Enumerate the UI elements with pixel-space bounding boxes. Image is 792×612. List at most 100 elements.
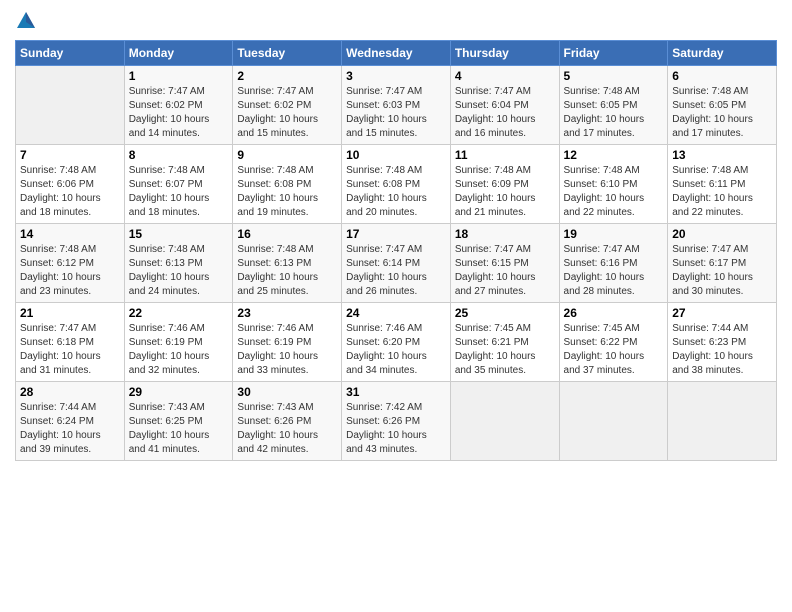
- day-number: 6: [672, 69, 772, 83]
- calendar-day-cell: 14 Sunrise: 7:48 AMSunset: 6:12 PMDayligh…: [16, 224, 125, 303]
- day-info: Sunrise: 7:45 AMSunset: 6:21 PMDaylight:…: [455, 322, 555, 378]
- calendar-day-cell: 19 Sunrise: 7:47 AMSunset: 6:16 PMDayligh…: [559, 224, 668, 303]
- day-number: 10: [346, 148, 446, 162]
- calendar-day-cell: 25Sunrise: 7:45 AMSunset: 6:21 PMDayligh…: [450, 303, 559, 382]
- day-info: Sunrise: 7:48 AMSunset: 6:10 PMDaylight:…: [564, 164, 664, 220]
- calendar-day-cell: 27 Sunrise: 7:44 AMSunset: 6:23 PMDayligh…: [668, 303, 777, 382]
- day-info: Sunrise: 7:48 AMSunset: 6:11 PMDaylight:…: [672, 164, 772, 220]
- calendar-day-cell: 31 Sunrise: 7:42 AMSunset: 6:26 PMDayligh…: [342, 382, 451, 461]
- day-number: 8: [129, 148, 229, 162]
- day-number: 31: [346, 385, 446, 399]
- calendar-day-cell: 23Sunrise: 7:46 AMSunset: 6:19 PMDayligh…: [233, 303, 342, 382]
- calendar-day-cell: 16Sunrise: 7:48 AMSunset: 6:13 PMDayligh…: [233, 224, 342, 303]
- calendar-day-cell: 7 Sunrise: 7:48 AMSunset: 6:06 PMDaylight…: [16, 145, 125, 224]
- day-number: 1: [129, 69, 229, 83]
- day-info: Sunrise: 7:44 AMSunset: 6:23 PMDaylight:…: [672, 322, 772, 378]
- day-info: Sunrise: 7:48 AMSunset: 6:07 PMDaylight:…: [129, 164, 229, 220]
- calendar-week-row: 7 Sunrise: 7:48 AMSunset: 6:06 PMDaylight…: [16, 145, 777, 224]
- day-info: Sunrise: 7:48 AMSunset: 6:13 PMDaylight:…: [237, 243, 337, 299]
- header: [15, 10, 777, 32]
- calendar-day-cell: 26 Sunrise: 7:45 AMSunset: 6:22 PMDayligh…: [559, 303, 668, 382]
- day-info: Sunrise: 7:46 AMSunset: 6:19 PMDaylight:…: [129, 322, 229, 378]
- day-number: 11: [455, 148, 555, 162]
- day-info: Sunrise: 7:47 AMSunset: 6:16 PMDaylight:…: [564, 243, 664, 299]
- calendar-day-cell: 13 Sunrise: 7:48 AMSunset: 6:11 PMDayligh…: [668, 145, 777, 224]
- day-number: 18: [455, 227, 555, 241]
- page-container: SundayMondayTuesdayWednesdayThursdayFrid…: [0, 0, 792, 471]
- calendar-header-cell: Friday: [559, 41, 668, 66]
- calendar-day-cell: 22 Sunrise: 7:46 AMSunset: 6:19 PMDayligh…: [124, 303, 233, 382]
- day-info: Sunrise: 7:47 AMSunset: 6:04 PMDaylight:…: [455, 85, 555, 141]
- day-number: 15: [129, 227, 229, 241]
- day-info: Sunrise: 7:44 AMSunset: 6:24 PMDaylight:…: [20, 401, 120, 457]
- day-info: Sunrise: 7:47 AMSunset: 6:02 PMDaylight:…: [237, 85, 337, 141]
- calendar-day-cell: 20 Sunrise: 7:47 AMSunset: 6:17 PMDayligh…: [668, 224, 777, 303]
- day-info: Sunrise: 7:48 AMSunset: 6:09 PMDaylight:…: [455, 164, 555, 220]
- day-number: 22: [129, 306, 229, 320]
- day-number: 26: [564, 306, 664, 320]
- day-info: Sunrise: 7:47 AMSunset: 6:15 PMDaylight:…: [455, 243, 555, 299]
- calendar-day-cell: 3Sunrise: 7:47 AMSunset: 6:03 PMDaylight…: [342, 66, 451, 145]
- calendar-day-cell: 21 Sunrise: 7:47 AMSunset: 6:18 PMDayligh…: [16, 303, 125, 382]
- calendar-table: SundayMondayTuesdayWednesdayThursdayFrid…: [15, 40, 777, 461]
- day-info: Sunrise: 7:45 AMSunset: 6:22 PMDaylight:…: [564, 322, 664, 378]
- day-number: 29: [129, 385, 229, 399]
- day-number: 2: [237, 69, 337, 83]
- calendar-day-cell: [16, 66, 125, 145]
- day-number: 4: [455, 69, 555, 83]
- day-info: Sunrise: 7:47 AMSunset: 6:17 PMDaylight:…: [672, 243, 772, 299]
- logo-icon: [15, 10, 37, 32]
- calendar-week-row: 1 Sunrise: 7:47 AMSunset: 6:02 PMDaylight…: [16, 66, 777, 145]
- calendar-header-cell: Wednesday: [342, 41, 451, 66]
- calendar-header-cell: Thursday: [450, 41, 559, 66]
- day-number: 27: [672, 306, 772, 320]
- day-number: 12: [564, 148, 664, 162]
- day-info: Sunrise: 7:48 AMSunset: 6:05 PMDaylight:…: [672, 85, 772, 141]
- calendar-day-cell: 5Sunrise: 7:48 AMSunset: 6:05 PMDaylight…: [559, 66, 668, 145]
- day-info: Sunrise: 7:42 AMSunset: 6:26 PMDaylight:…: [346, 401, 446, 457]
- calendar-day-cell: 24 Sunrise: 7:46 AMSunset: 6:20 PMDayligh…: [342, 303, 451, 382]
- day-info: Sunrise: 7:46 AMSunset: 6:20 PMDaylight:…: [346, 322, 446, 378]
- calendar-day-cell: 11 Sunrise: 7:48 AMSunset: 6:09 PMDayligh…: [450, 145, 559, 224]
- calendar-day-cell: 18 Sunrise: 7:47 AMSunset: 6:15 PMDayligh…: [450, 224, 559, 303]
- day-info: Sunrise: 7:48 AMSunset: 6:08 PMDaylight:…: [237, 164, 337, 220]
- calendar-day-cell: 4 Sunrise: 7:47 AMSunset: 6:04 PMDaylight…: [450, 66, 559, 145]
- calendar-header-cell: Saturday: [668, 41, 777, 66]
- day-number: 7: [20, 148, 120, 162]
- calendar-header-cell: Monday: [124, 41, 233, 66]
- day-number: 21: [20, 306, 120, 320]
- day-info: Sunrise: 7:47 AMSunset: 6:03 PMDaylight:…: [346, 85, 446, 141]
- calendar-day-cell: 2 Sunrise: 7:47 AMSunset: 6:02 PMDaylight…: [233, 66, 342, 145]
- day-number: 19: [564, 227, 664, 241]
- calendar-day-cell: 8 Sunrise: 7:48 AMSunset: 6:07 PMDaylight…: [124, 145, 233, 224]
- calendar-day-cell: [559, 382, 668, 461]
- day-info: Sunrise: 7:48 AMSunset: 6:05 PMDaylight:…: [564, 85, 664, 141]
- day-number: 9: [237, 148, 337, 162]
- day-info: Sunrise: 7:48 AMSunset: 6:06 PMDaylight:…: [20, 164, 120, 220]
- calendar-day-cell: 15 Sunrise: 7:48 AMSunset: 6:13 PMDayligh…: [124, 224, 233, 303]
- calendar-body: 1 Sunrise: 7:47 AMSunset: 6:02 PMDaylight…: [16, 66, 777, 461]
- day-info: Sunrise: 7:47 AMSunset: 6:02 PMDaylight:…: [129, 85, 229, 141]
- calendar-week-row: 21 Sunrise: 7:47 AMSunset: 6:18 PMDayligh…: [16, 303, 777, 382]
- day-number: 20: [672, 227, 772, 241]
- calendar-week-row: 28Sunrise: 7:44 AMSunset: 6:24 PMDayligh…: [16, 382, 777, 461]
- calendar-day-cell: 6 Sunrise: 7:48 AMSunset: 6:05 PMDaylight…: [668, 66, 777, 145]
- calendar-day-cell: 29Sunrise: 7:43 AMSunset: 6:25 PMDayligh…: [124, 382, 233, 461]
- calendar-header-cell: Sunday: [16, 41, 125, 66]
- day-number: 23: [237, 306, 337, 320]
- calendar-day-cell: 17 Sunrise: 7:47 AMSunset: 6:14 PMDayligh…: [342, 224, 451, 303]
- calendar-day-cell: 1 Sunrise: 7:47 AMSunset: 6:02 PMDaylight…: [124, 66, 233, 145]
- day-info: Sunrise: 7:48 AMSunset: 6:12 PMDaylight:…: [20, 243, 120, 299]
- day-info: Sunrise: 7:47 AMSunset: 6:14 PMDaylight:…: [346, 243, 446, 299]
- calendar-week-row: 14 Sunrise: 7:48 AMSunset: 6:12 PMDayligh…: [16, 224, 777, 303]
- calendar-day-cell: 10Sunrise: 7:48 AMSunset: 6:08 PMDayligh…: [342, 145, 451, 224]
- calendar-day-cell: 30Sunrise: 7:43 AMSunset: 6:26 PMDayligh…: [233, 382, 342, 461]
- day-info: Sunrise: 7:48 AMSunset: 6:13 PMDaylight:…: [129, 243, 229, 299]
- day-number: 13: [672, 148, 772, 162]
- day-number: 17: [346, 227, 446, 241]
- day-info: Sunrise: 7:47 AMSunset: 6:18 PMDaylight:…: [20, 322, 120, 378]
- calendar-day-cell: 12 Sunrise: 7:48 AMSunset: 6:10 PMDayligh…: [559, 145, 668, 224]
- day-number: 14: [20, 227, 120, 241]
- calendar-day-cell: [668, 382, 777, 461]
- day-number: 24: [346, 306, 446, 320]
